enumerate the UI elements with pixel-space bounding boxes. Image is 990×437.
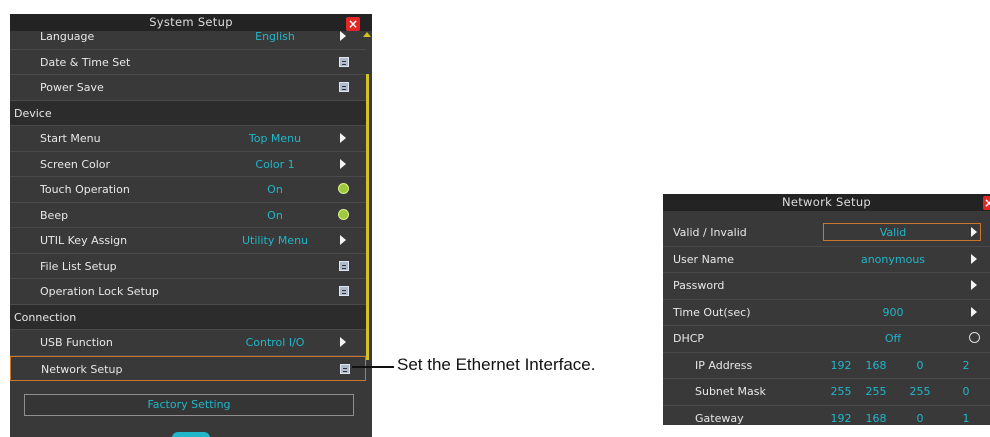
system-setup-window: System Setup × Language English Date & Tim… (10, 14, 372, 437)
system-setup-list: Language English Date & Time Set Power Save… (10, 24, 366, 381)
network-setup-title: Network Setup (781, 195, 872, 209)
setting-label: UTIL Key Assign (40, 234, 128, 247)
callout-line (352, 366, 394, 368)
timeout-label: Time Out(sec) (673, 305, 751, 319)
setting-value: Top Menu (248, 132, 302, 145)
ip-octet-4[interactable]: 2 (948, 359, 984, 372)
setting-label: Screen Color (40, 157, 111, 171)
open-window-icon[interactable] (339, 260, 349, 271)
network-setup-window: Network Setup × Valid / Invalid Valid Us… (663, 194, 990, 425)
open-window-icon[interactable] (339, 286, 349, 296)
section-header-connection: Connection (10, 304, 366, 330)
timeout-value: 900 (882, 305, 904, 319)
setting-label: Device (14, 106, 52, 120)
setting-value: On (267, 183, 283, 196)
setting-row-language[interactable]: Language English (10, 24, 366, 50)
setting-label: Power Save (40, 81, 104, 94)
open-window-icon[interactable] (339, 56, 349, 67)
ip-octet-3[interactable]: 0 (902, 359, 938, 372)
chevron-right-icon[interactable] (340, 158, 346, 169)
section-header-device: Device (10, 100, 366, 126)
toggle-on-icon[interactable] (338, 208, 349, 220)
setting-row-network-setup[interactable]: Network Setup (10, 355, 366, 381)
subnet-octet-1[interactable]: 255 (823, 385, 859, 398)
setting-row-screen-color[interactable]: Screen Color Color 1 (10, 152, 366, 177)
gateway-label: Gateway (695, 411, 744, 425)
row-ip-address[interactable]: IP Address 192 168 0 2 (663, 353, 990, 379)
chevron-right-icon[interactable] (340, 235, 346, 245)
setting-label: File List Setup (40, 259, 117, 273)
setting-value: Color 1 (255, 157, 295, 171)
setting-row-util-key-assign[interactable]: UTIL Key Assign Utility Menu (10, 228, 366, 254)
subnet-mask-label: Subnet Mask (695, 385, 766, 398)
toggle-on-icon[interactable] (338, 183, 349, 194)
toggle-off-icon[interactable] (969, 332, 980, 343)
setting-value: Utility Menu (241, 234, 309, 247)
scrollbar[interactable] (366, 74, 369, 360)
open-window-icon[interactable] (340, 363, 350, 374)
subnet-octet-4[interactable]: 0 (948, 385, 984, 398)
valid-invalid-value: Valid (879, 226, 907, 239)
password-label: Password (673, 279, 725, 292)
valid-invalid-label: Valid / Invalid (673, 226, 747, 239)
chevron-right-icon[interactable] (971, 253, 977, 264)
chevron-right-icon[interactable] (971, 227, 977, 237)
gateway-octet-4[interactable]: 1 (948, 412, 984, 425)
chevron-right-icon[interactable] (971, 280, 977, 290)
open-window-icon[interactable] (339, 82, 349, 92)
setting-label: Start Menu (40, 132, 101, 145)
setting-value: Control I/O (245, 336, 305, 349)
setting-label: Connection (14, 310, 77, 324)
subnet-octet-3[interactable]: 255 (902, 385, 938, 398)
ip-octet-2[interactable]: 168 (858, 359, 894, 372)
row-timeout[interactable]: Time Out(sec) 900 (663, 300, 990, 326)
setting-label: USB Function (40, 336, 113, 349)
setting-label: Operation Lock Setup (40, 285, 159, 298)
setting-label: Network Setup (41, 362, 123, 376)
chevron-right-icon[interactable] (340, 337, 346, 347)
dhcp-value: Off (884, 332, 902, 345)
row-subnet-mask[interactable]: Subnet Mask 255 255 255 0 (663, 379, 990, 406)
setting-value: On (267, 208, 283, 222)
chevron-right-icon[interactable] (340, 31, 346, 41)
setting-row-operation-lock-setup[interactable]: Operation Lock Setup (10, 279, 366, 305)
factory-setting-button[interactable]: Factory Setting (24, 394, 354, 416)
setting-row-touch-operation[interactable]: Touch Operation On (10, 177, 366, 203)
setting-row-beep[interactable]: Beep On (10, 203, 366, 228)
setting-row-date-time-set[interactable]: Date & Time Set (10, 50, 366, 75)
user-name-label: User Name (673, 252, 735, 266)
ip-address-label: IP Address (695, 358, 753, 372)
setting-label: Touch Operation (40, 183, 130, 196)
close-icon[interactable]: × (983, 196, 990, 210)
setting-row-usb-function[interactable]: USB Function Control I/O (10, 330, 366, 356)
setting-row-power-save[interactable]: Power Save (10, 75, 366, 101)
row-dhcp[interactable]: DHCP Off (663, 326, 990, 353)
ip-octet-1[interactable]: 192 (823, 359, 859, 372)
user-name-value: anonymous (860, 252, 926, 266)
setting-value: English (255, 30, 295, 43)
setting-label: Date & Time Set (40, 55, 131, 69)
network-setup-list: Valid / Invalid Valid User Name anonymou… (663, 220, 990, 425)
row-gateway[interactable]: Gateway 192 168 0 1 (663, 406, 990, 426)
network-setup-titlebar: Network Setup (663, 194, 990, 211)
row-user-name[interactable]: User Name anonymous (663, 247, 990, 273)
row-valid-invalid[interactable]: Valid / Invalid Valid (663, 220, 990, 247)
setting-label: Language (40, 30, 95, 43)
chevron-right-icon[interactable] (340, 133, 346, 143)
callout-text: Set the Ethernet Interface. (397, 355, 596, 374)
gateway-octet-3[interactable]: 0 (902, 412, 938, 425)
bottom-tab-button[interactable] (172, 432, 210, 437)
gateway-octet-2[interactable]: 168 (858, 412, 894, 425)
setting-row-file-list-setup[interactable]: File List Setup (10, 254, 366, 279)
subnet-octet-2[interactable]: 255 (858, 385, 894, 398)
chevron-right-icon[interactable] (971, 306, 977, 317)
scroll-up-icon[interactable] (363, 32, 371, 37)
setting-row-start-menu[interactable]: Start Menu Top Menu (10, 126, 366, 152)
dhcp-label: DHCP (673, 332, 705, 345)
row-password[interactable]: Password (663, 273, 990, 300)
gateway-octet-1[interactable]: 192 (823, 412, 859, 425)
setting-label: Beep (40, 208, 69, 222)
